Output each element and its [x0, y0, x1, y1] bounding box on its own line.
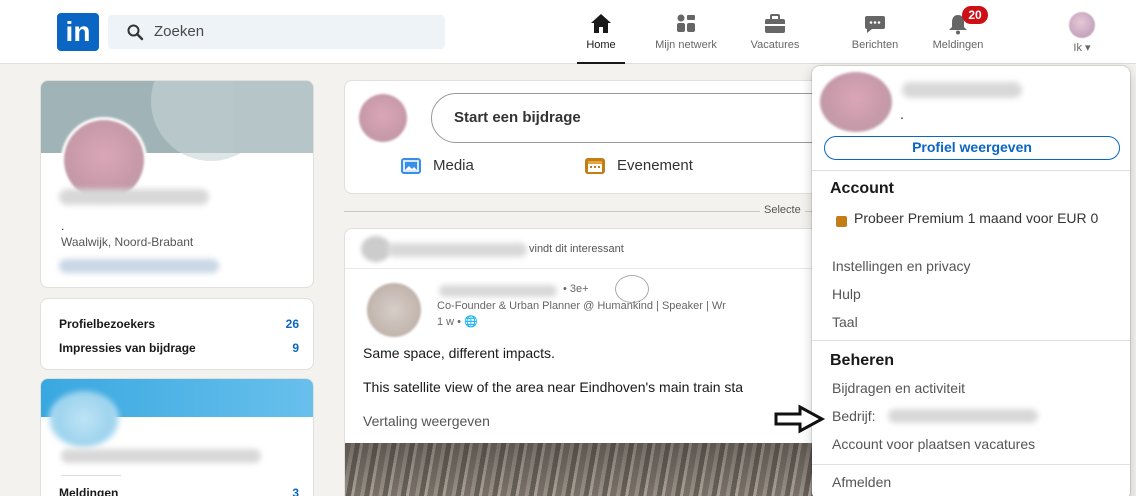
event-label: Evenement [617, 157, 693, 174]
post-author-headline: Co-Founder & Urban Planner @ Humankind |… [437, 300, 726, 312]
company-name-redacted [888, 409, 1038, 423]
divider [812, 170, 1130, 171]
follow-indicator [615, 275, 649, 303]
translate-link[interactable]: Vertaling weergeven [363, 413, 490, 429]
premium-icon [836, 216, 847, 227]
network-icon [677, 14, 695, 32]
nav-me-text: Ik [1073, 42, 1082, 54]
stat-value: 26 [285, 317, 299, 331]
feed-sort-divider [344, 211, 814, 212]
briefcase-icon [765, 14, 785, 33]
profile-name-redacted[interactable] [59, 189, 209, 205]
divider [812, 464, 1130, 465]
nav-network-label: Mijn netwerk [655, 39, 717, 51]
post-time-text: 1 w • [437, 316, 462, 328]
menu-item-company[interactable]: Bedrijf: [832, 408, 876, 424]
nav-home-label: Home [586, 39, 616, 51]
divider [61, 475, 121, 476]
image-icon [401, 158, 421, 175]
nav-home[interactable]: Home [577, 12, 625, 64]
profile-link-redacted[interactable] [59, 259, 219, 273]
arrow-right-icon [774, 404, 826, 434]
stat-impressions[interactable]: Impressies van bijdrage 9 [59, 341, 299, 355]
company-label: Bedrijf: [832, 408, 876, 424]
profile-card: . Waalwijk, Noord-Brabant [40, 80, 314, 288]
nav-messages-label: Berichten [851, 39, 899, 51]
post-text-line: This satellite view of the area near Ein… [363, 379, 744, 395]
stat-label: Impressies van bijdrage [59, 341, 196, 355]
page-card: Meldingen 3 [40, 378, 314, 496]
share-box: Start een bijdrage Media Evenement [344, 80, 834, 194]
dropdown-name-redacted [902, 82, 1022, 98]
profile-location: Waalwijk, Noord-Brabant [61, 235, 194, 249]
nav-messages[interactable]: Berichten [844, 12, 906, 56]
search-input[interactable]: Zoeken [108, 15, 445, 49]
page-notifications-value: 3 [292, 486, 299, 496]
feed-post: vindt dit interessant • 3e+ Co-Founder &… [344, 228, 834, 496]
page-logo[interactable] [49, 391, 119, 447]
banner-strip [233, 81, 313, 153]
media-label: Media [433, 157, 474, 174]
home-icon [591, 14, 611, 33]
nav-jobs[interactable]: Vacatures [744, 12, 806, 56]
search-placeholder: Zoeken [154, 23, 205, 40]
nav-network[interactable]: Mijn netwerk [648, 12, 724, 56]
search-icon [127, 24, 144, 41]
message-icon [865, 16, 885, 33]
post-text-line: Same space, different impacts. [363, 345, 555, 361]
page-notifications-label: Meldingen [59, 486, 119, 496]
post-author-avatar[interactable] [367, 283, 421, 337]
globe-icon: 🌐 [464, 316, 478, 328]
profile-headline: . [61, 219, 65, 233]
menu-item-help[interactable]: Hulp [832, 286, 861, 302]
menu-item-sign-out[interactable]: Afmelden [832, 474, 891, 490]
nav-jobs-label: Vacatures [750, 39, 800, 51]
profile-stats-card: Profielbezoekers 26 Impressies van bijdr… [40, 298, 314, 370]
stat-value: 9 [292, 341, 299, 355]
calendar-icon [585, 158, 605, 175]
stat-profile-visitors[interactable]: Profielbezoekers 26 [59, 317, 299, 331]
dropdown-headline: . [900, 106, 904, 122]
feed-sort-select[interactable]: Selecte [760, 204, 805, 216]
menu-item-settings[interactable]: Instellingen en privacy [832, 258, 971, 274]
post-image[interactable] [345, 443, 833, 496]
post-context: vindt dit interessant [345, 229, 833, 269]
stat-label: Profielbezoekers [59, 317, 156, 331]
connection-name-redacted[interactable] [387, 243, 527, 257]
avatar [1069, 12, 1095, 38]
nav-me-label: Ik ▾ [1060, 41, 1104, 54]
avatar [820, 72, 892, 132]
avatar [359, 94, 407, 142]
view-profile-button[interactable]: Profiel weergeven [824, 136, 1120, 160]
event-button[interactable]: Evenement [585, 157, 693, 181]
start-post-button[interactable]: Start een bijdrage [431, 93, 833, 143]
post-context-text: vindt dit interessant [529, 243, 624, 255]
nav-notifications-label: Meldingen [932, 39, 984, 51]
chevron-down-icon: ▾ [1085, 42, 1091, 54]
linkedin-logo[interactable]: in [57, 13, 99, 51]
me-dropdown-menu: . Profiel weergeven Account Probeer Prem… [812, 66, 1130, 496]
menu-item-premium[interactable]: Probeer Premium 1 maand voor EUR 0 [854, 208, 1114, 228]
notifications-badge: 20 [962, 6, 988, 24]
page-name-redacted[interactable] [61, 449, 261, 463]
manage-heading: Beheren [830, 352, 895, 369]
menu-item-job-account[interactable]: Account voor plaatsen vacatures [832, 436, 1035, 452]
top-navigation-bar: in Zoeken Home Mijn netwerk Vacatures Be… [0, 0, 1136, 64]
page-notifications[interactable]: Meldingen 3 [59, 486, 299, 496]
account-heading: Account [830, 180, 894, 197]
divider [812, 340, 1130, 341]
menu-item-language[interactable]: Taal [832, 314, 858, 330]
nav-notifications[interactable]: 20 Meldingen [920, 6, 996, 56]
menu-item-posts-activity[interactable]: Bijdragen en activiteit [832, 380, 965, 396]
post-author-degree: • 3e+ [563, 283, 589, 295]
post-author-name-redacted[interactable] [439, 285, 557, 297]
post-timestamp: 1 w • 🌐 [437, 315, 478, 328]
media-button[interactable]: Media [401, 157, 474, 181]
nav-me[interactable]: Ik ▾ [1060, 12, 1104, 56]
